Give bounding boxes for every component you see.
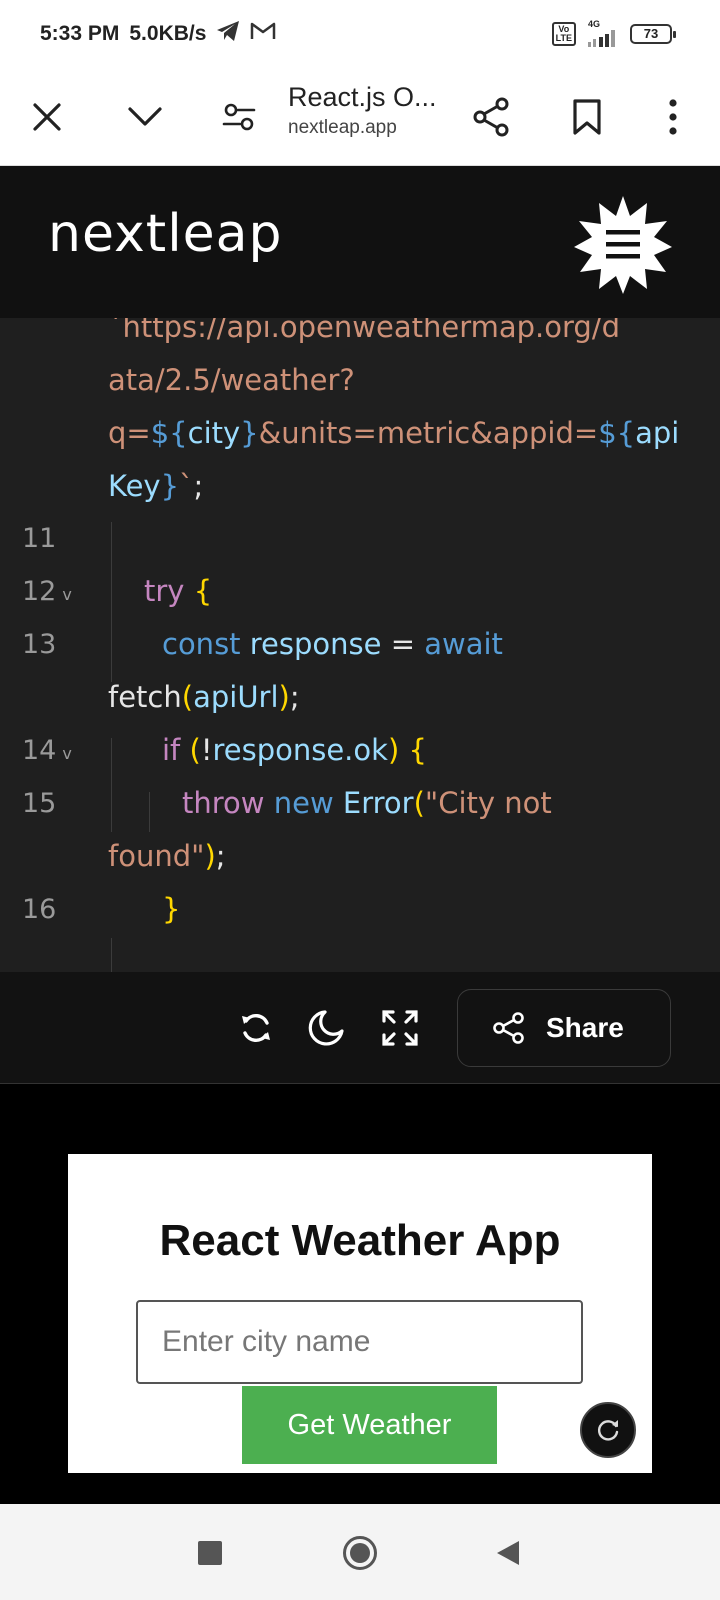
city-input[interactable]	[136, 1300, 583, 1384]
network-speed: 5.0KB/s	[129, 22, 207, 45]
share-icon	[493, 1012, 524, 1044]
fullscreen-button[interactable]	[378, 1006, 422, 1050]
code-line: Key}`;	[108, 469, 204, 503]
site-menu-button[interactable]	[574, 196, 672, 299]
preview-title: React Weather App	[159, 1216, 561, 1265]
fullscreen-icon	[382, 1010, 418, 1046]
menu-icon	[574, 196, 672, 294]
indent-guide	[111, 522, 112, 682]
moon-icon	[308, 1010, 344, 1046]
code-line: }	[162, 892, 181, 926]
site-logo[interactable]: nextleap	[48, 204, 283, 264]
back-triangle-icon	[497, 1541, 519, 1565]
close-tab-button[interactable]	[22, 92, 72, 142]
browser-toolbar: React.js O... nextleap.app	[0, 68, 720, 166]
line-number[interactable]: 12 v	[22, 576, 72, 607]
refresh-preview-button[interactable]	[580, 1402, 636, 1458]
status-right: Vo LTE 4G 73	[551, 20, 676, 47]
indent-guide	[149, 792, 150, 832]
fold-chevron-icon[interactable]: v	[62, 744, 71, 763]
battery-icon: 73	[630, 23, 676, 44]
line-number: 16	[22, 894, 57, 925]
code-line: ata/2.5/weather?	[108, 363, 355, 397]
code-editor[interactable]: `https://api.openweathermap.org/d ata/2.…	[0, 318, 720, 972]
more-vert-icon	[669, 99, 677, 135]
close-icon	[33, 103, 61, 131]
sync-icon	[242, 1014, 270, 1042]
line-number[interactable]: 14 v	[22, 735, 72, 766]
page-title-block[interactable]: React.js O... nextleap.app	[288, 82, 458, 139]
refresh-icon	[597, 1420, 619, 1441]
code-line: found");	[108, 839, 226, 873]
tune-icon	[222, 103, 256, 131]
minimize-button[interactable]	[120, 92, 170, 142]
volte-icon: Vo LTE	[551, 21, 576, 46]
get-weather-button[interactable]: Get Weather	[242, 1386, 497, 1464]
reset-code-button[interactable]	[234, 1006, 278, 1050]
system-nav-bar	[0, 1504, 720, 1600]
code-line: fetch(apiUrl);	[108, 680, 300, 714]
home-button[interactable]	[339, 1532, 381, 1574]
code-line: const response = await	[162, 627, 503, 661]
recents-button[interactable]	[189, 1532, 231, 1574]
status-time: 5:33 PM	[40, 22, 120, 45]
status-bar: 5:33 PM 5.0KB/s Vo LTE 4G 73	[0, 0, 720, 68]
line-number: 13	[22, 629, 57, 660]
status-left: 5:33 PM 5.0KB/s	[40, 20, 276, 48]
chevron-down-icon	[128, 107, 162, 126]
gmail-icon	[250, 21, 276, 47]
signal-icon: 4G	[588, 20, 618, 47]
code-line: if (!response.ok) {	[162, 733, 427, 767]
code-line: `https://api.openweathermap.org/d	[108, 318, 621, 344]
page-domain: nextleap.app	[288, 117, 397, 138]
network-type: 4G	[588, 19, 601, 29]
more-options-button[interactable]	[648, 92, 698, 142]
indent-guide	[111, 938, 112, 972]
code-line: try {	[144, 574, 213, 608]
share-button[interactable]: Share	[457, 989, 671, 1067]
code-line: throw new Error("City not	[182, 786, 552, 820]
theme-toggle-button[interactable]	[304, 1006, 348, 1050]
telegram-icon	[216, 20, 240, 48]
share-page-button[interactable]	[466, 92, 516, 142]
share-button-label: Share	[546, 1012, 624, 1043]
line-number: 15	[22, 788, 57, 819]
bookmark-button[interactable]	[562, 92, 612, 142]
screen: 5:33 PM 5.0KB/s Vo LTE 4G 73 React.js O.…	[0, 0, 720, 1600]
bookmark-icon	[573, 99, 601, 135]
square-icon	[198, 1541, 222, 1565]
fold-chevron-icon[interactable]: v	[62, 585, 71, 604]
indent-guide	[111, 738, 112, 832]
code-line: q=${city}&units=metric&appid=${api	[108, 416, 680, 450]
page-title: React.js O...	[288, 82, 437, 112]
home-circle-icon	[343, 1536, 377, 1570]
share-icon	[473, 97, 509, 137]
site-settings-button[interactable]	[214, 92, 264, 142]
back-button[interactable]	[487, 1532, 529, 1574]
line-number: 11	[22, 523, 57, 554]
app-preview: React Weather App Get Weather	[68, 1154, 652, 1473]
